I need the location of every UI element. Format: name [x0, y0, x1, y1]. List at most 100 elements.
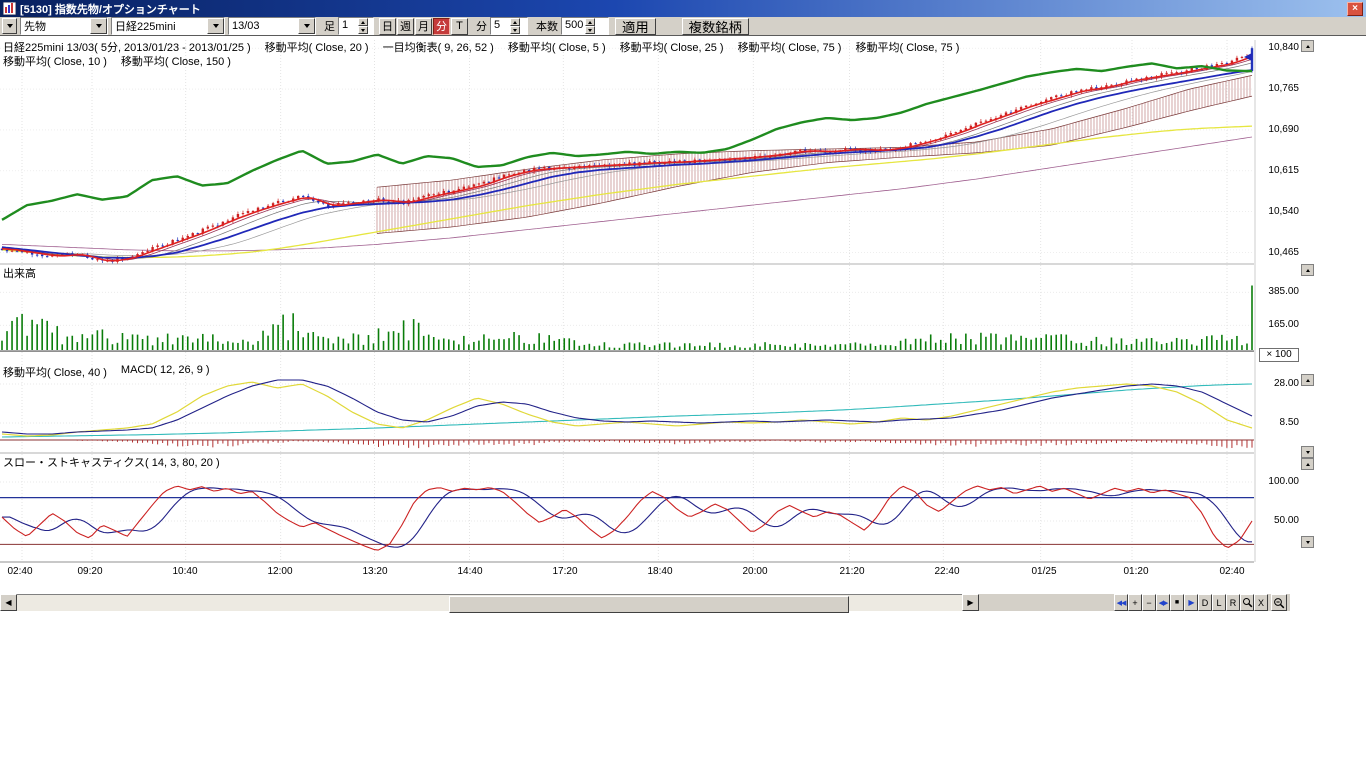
legend-ma75b: 移動平均( Close, 75 ) — [855, 39, 959, 55]
price-pane-scale-up-button[interactable] — [1301, 40, 1314, 52]
chevron-down-icon[interactable] — [298, 18, 315, 34]
legend-macd: MACD( 12, 26, 9 ) — [121, 364, 210, 380]
time-axis-label: 10:40 — [172, 566, 197, 577]
bar-count-value: 500 — [562, 18, 585, 34]
zoom-tool-button[interactable] — [1240, 594, 1254, 611]
mode-d-button[interactable]: D — [1198, 594, 1212, 611]
time-axis-label: 14:40 — [457, 566, 482, 577]
price-axis-tick: 10,465 — [1257, 247, 1299, 258]
time-axis-label: 13:20 — [362, 566, 387, 577]
time-axis-label: 01/25 — [1031, 566, 1056, 577]
contract-month-select[interactable]: 13/03 — [228, 17, 316, 35]
stoch-pane-scale-up-button[interactable] — [1301, 458, 1314, 470]
macd-pane-scale-down-button[interactable] — [1301, 446, 1314, 458]
toolbar: 先物 日経225mini 13/03 足 1 日 週 月 分 T 分 5 本数 … — [0, 17, 1366, 36]
category-select[interactable]: 先物 — [20, 17, 108, 35]
period-day-button[interactable]: 日 — [379, 18, 396, 35]
clear-tool-button[interactable]: X — [1254, 594, 1268, 611]
symbol-select[interactable]: 日経225mini — [111, 17, 225, 35]
legend-ichimoku: 一目均衡表( 9, 26, 52 ) — [383, 39, 494, 55]
magnifier-button[interactable] — [1271, 594, 1287, 611]
price-axis-tick: 10,840 — [1257, 42, 1299, 53]
legend-ma75: 移動平均( Close, 75 ) — [738, 39, 842, 55]
volume-axis-tick: 165.00 — [1257, 319, 1299, 330]
mode-l-button[interactable]: L — [1212, 594, 1226, 611]
jump-start-button[interactable]: ◀◀ — [1114, 594, 1128, 611]
bar-count-input[interactable]: 500 — [561, 17, 609, 35]
volume-pane-scale-up-button[interactable] — [1301, 264, 1314, 276]
spinner-down-icon — [358, 26, 368, 34]
minute-value: 5 — [491, 18, 510, 34]
magnifier-icon — [1273, 597, 1285, 609]
spinner-up-icon — [510, 18, 520, 26]
time-axis-label: 02:40 — [1219, 566, 1244, 577]
multi-symbol-button[interactable]: 複数銘柄 — [682, 18, 749, 35]
mini-dropdown-button[interactable] — [2, 18, 17, 34]
zoom-out-button[interactable]: − — [1142, 594, 1156, 611]
time-axis-label: 22:40 — [934, 566, 959, 577]
window-titlebar[interactable]: [5130] 指数先物/オプションチャート × — [0, 0, 1366, 17]
scrollbar-track[interactable] — [17, 594, 962, 611]
application-window: [5130] 指数先物/オプションチャート × 先物 日経225mini 13/… — [0, 0, 1366, 768]
play-button[interactable]: ▶ — [1184, 594, 1198, 611]
window-close-button[interactable]: × — [1347, 2, 1363, 16]
period-tick-button[interactable]: T — [451, 18, 468, 35]
period-week-button[interactable]: 週 — [397, 18, 414, 35]
legend-ma25: 移動平均( Close, 25 ) — [620, 39, 724, 55]
zoom-in-button[interactable]: + — [1128, 594, 1142, 611]
time-axis-label: 18:40 — [647, 566, 672, 577]
price-axis-tick: 10,690 — [1257, 124, 1299, 135]
bar-interval-spinner[interactable] — [358, 18, 368, 34]
period-month-button[interactable]: 月 — [415, 18, 432, 35]
time-axis-label: 17:20 — [552, 566, 577, 577]
legend-ma40: 移動平均( Close, 40 ) — [3, 364, 107, 380]
time-axis-label: 01:20 — [1123, 566, 1148, 577]
spinner-up-icon — [358, 18, 368, 26]
bar-count-spinner[interactable] — [585, 18, 595, 34]
scroll-left-button[interactable]: ◀ — [0, 594, 17, 611]
spinner-down-icon — [585, 26, 595, 34]
minute-label: 分 — [476, 18, 487, 34]
macd-pane-scale-up-button[interactable] — [1301, 374, 1314, 386]
volume-multiplier-badge: × 100 — [1259, 348, 1299, 362]
bar-count-label: 本数 — [536, 18, 558, 34]
time-axis-label: 09:20 — [77, 566, 102, 577]
mode-r-button[interactable]: R — [1226, 594, 1240, 611]
stoch-axis-tick: 50.00 — [1257, 515, 1299, 526]
category-select-value: 先物 — [21, 18, 90, 34]
chevron-down-icon[interactable] — [207, 18, 224, 34]
chart-canvas[interactable] — [0, 36, 1256, 566]
legend-ma10: 移動平均( Close, 10 ) — [3, 53, 107, 69]
period-minute-button[interactable]: 分 — [433, 18, 450, 35]
bar-type-label: 足 — [324, 18, 335, 34]
scroll-right-button[interactable]: ▶ — [962, 594, 979, 611]
volume-axis-tick: 385.00 — [1257, 286, 1299, 297]
legend-ma150: 移動平均( Close, 150 ) — [121, 53, 231, 69]
time-axis-label: 20:00 — [742, 566, 767, 577]
stop-button[interactable]: ■ — [1170, 594, 1184, 611]
legend-ma5: 移動平均( Close, 5 ) — [508, 39, 606, 55]
minute-input[interactable]: 5 — [490, 17, 528, 35]
price-axis-tick: 10,765 — [1257, 83, 1299, 94]
minute-spinner[interactable] — [510, 18, 520, 34]
contract-month-value: 13/03 — [229, 20, 298, 32]
bar-interval-input[interactable]: 1 — [338, 17, 374, 35]
macd-pane-legend: 移動平均( Close, 40 ) MACD( 12, 26, 9 ) — [3, 364, 210, 380]
time-axis-label: 12:00 — [267, 566, 292, 577]
macd-axis-tick: 28.00 — [1257, 378, 1299, 389]
volume-pane-label: 出来高 — [3, 265, 36, 281]
legend-ma20: 移動平均( Close, 20 ) — [265, 39, 369, 55]
expand-range-button[interactable]: ◀▶ — [1156, 594, 1170, 611]
scrollbar-thumb[interactable] — [449, 596, 849, 613]
apply-button[interactable]: 適用 — [615, 18, 656, 35]
stoch-pane-scale-down-button[interactable] — [1301, 536, 1314, 548]
horizontal-scrollbar[interactable]: ◀ ▶ ◀◀ + − ◀▶ ■ ▶ D L R X — [0, 594, 1290, 611]
app-icon — [3, 2, 16, 15]
price-axis-tick: 10,540 — [1257, 206, 1299, 217]
chevron-down-icon[interactable] — [90, 18, 107, 34]
time-axis-label: 02:40 — [7, 566, 32, 577]
indicator-legend-row2: 移動平均( Close, 10 ) 移動平均( Close, 150 ) — [3, 53, 231, 69]
bar-interval-value: 1 — [339, 18, 358, 34]
magnifier-icon — [1242, 597, 1253, 608]
price-axis-tick: 10,615 — [1257, 165, 1299, 176]
